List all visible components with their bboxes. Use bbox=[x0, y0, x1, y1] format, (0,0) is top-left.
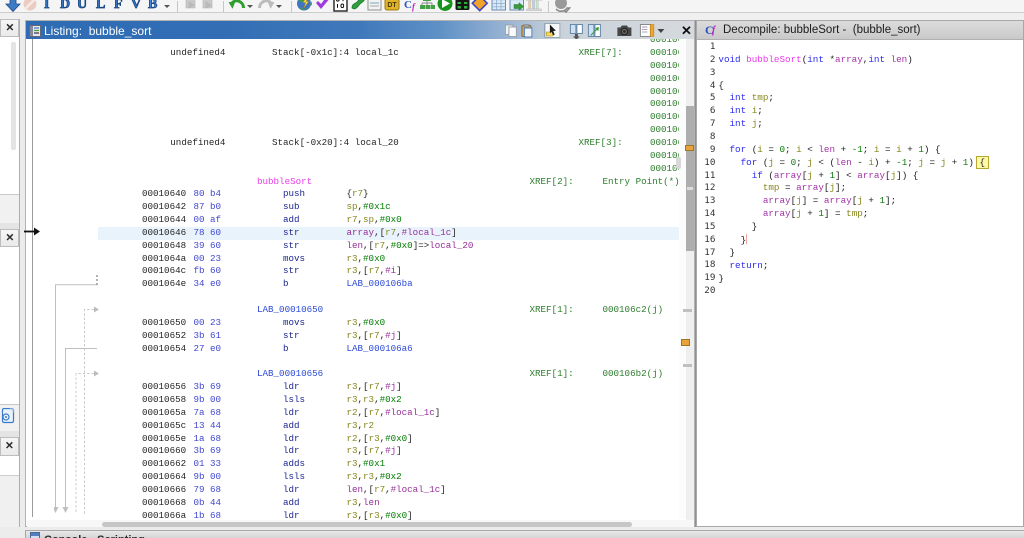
svg-text:f: f bbox=[412, 2, 416, 12]
svg-text:C: C bbox=[404, 0, 412, 11]
svg-text:DT: DT bbox=[387, 2, 397, 9]
